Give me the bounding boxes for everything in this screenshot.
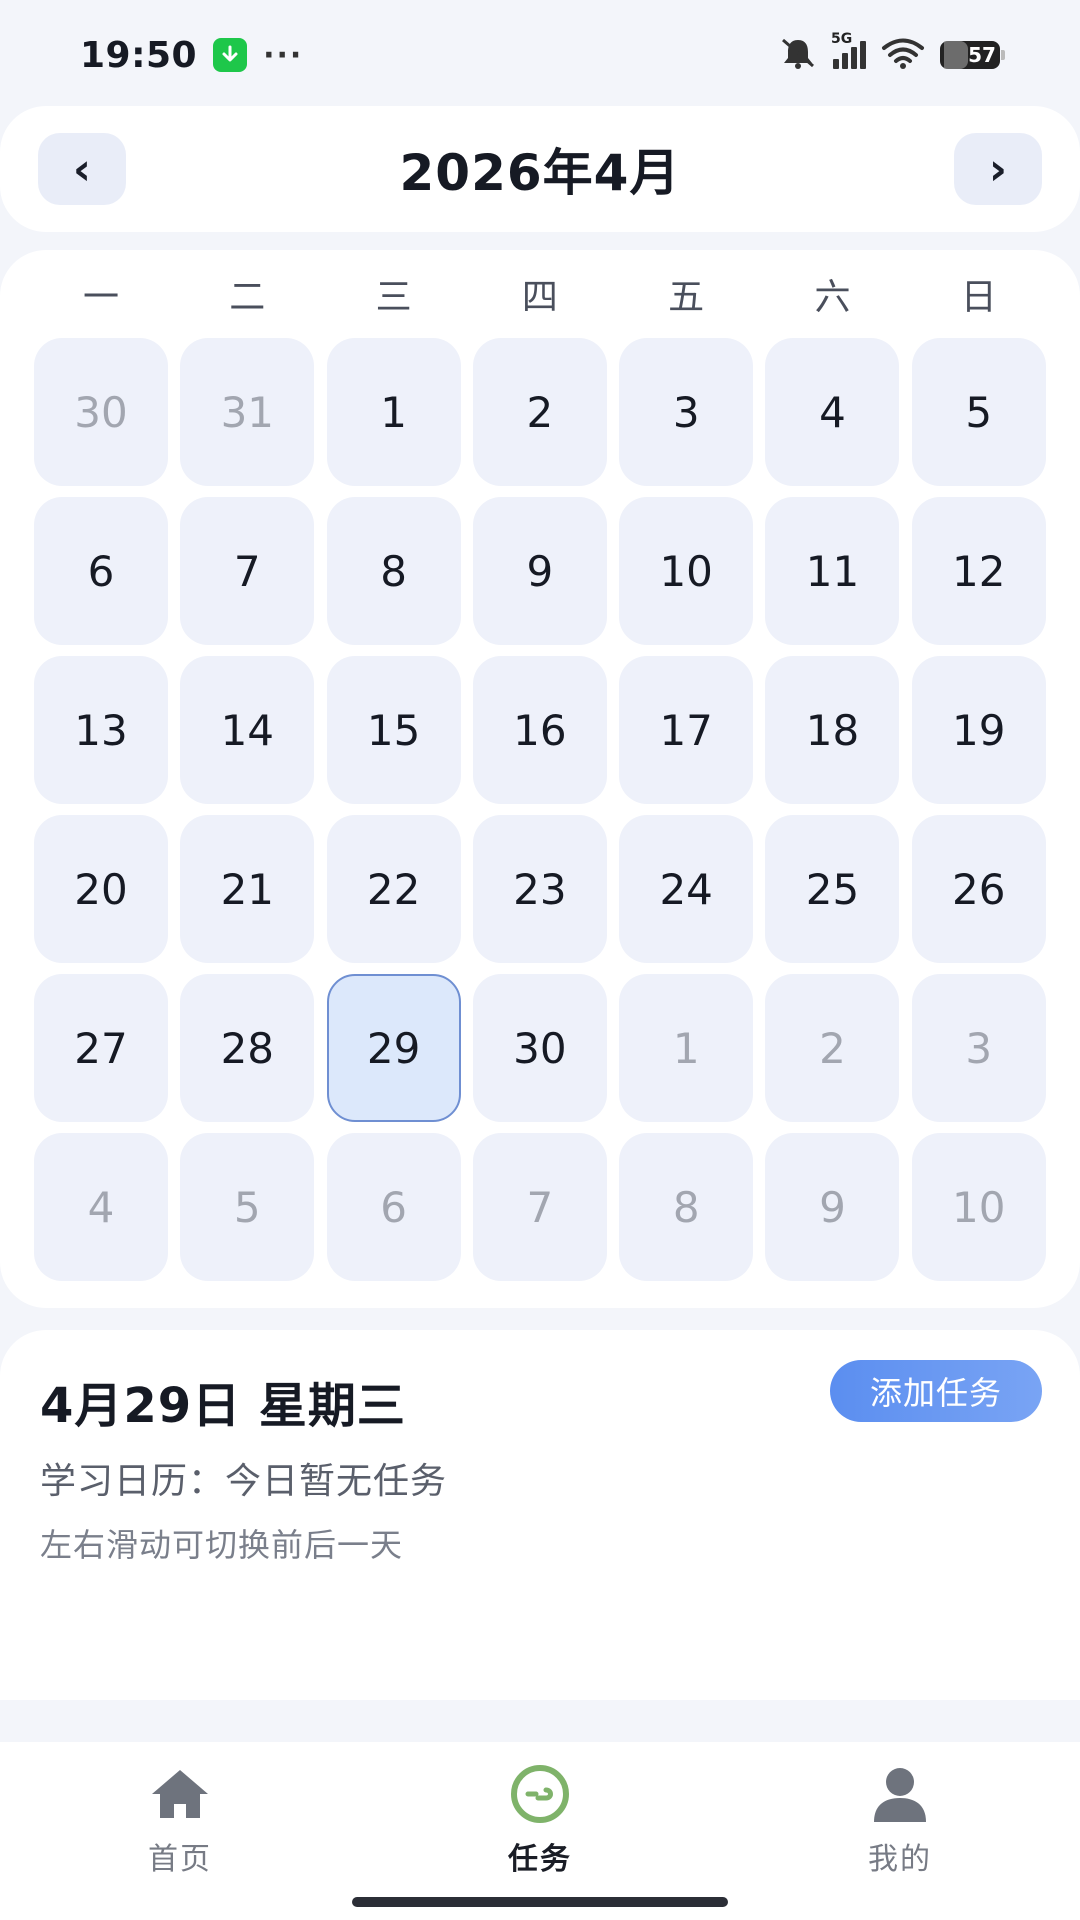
day-cell[interactable]: 23 xyxy=(472,815,607,963)
status-bar: 19:50 ··· 5G 57 xyxy=(0,0,1080,110)
network-type-label: 5G xyxy=(831,31,853,47)
day-cell[interactable]: 10 xyxy=(619,497,754,645)
prev-month-button[interactable]: ‹ xyxy=(38,133,126,205)
day-cell[interactable]: 28 xyxy=(180,974,315,1122)
day-cell[interactable]: 2 xyxy=(472,338,607,486)
month-header: ‹ 2026年4月 › xyxy=(0,106,1080,232)
home-indicator[interactable] xyxy=(352,1897,728,1907)
more-notifications-icon: ··· xyxy=(263,37,304,73)
calendar-card: 一二三四五六日 30 31 1 2 3 4 5 6 7 8 9 10 11 12 13 14 15 16 17 18 1… xyxy=(0,250,1080,1308)
battery-level: 57 xyxy=(968,43,996,67)
tab-mine-label: 我的 xyxy=(868,1842,932,1877)
weekday-label: 日 xyxy=(960,277,997,318)
day-cell[interactable]: 26 xyxy=(911,815,1046,963)
day-cell[interactable]: 9 xyxy=(472,497,607,645)
bottom-nav: 首页 任务 我的 xyxy=(0,1742,1080,1920)
user-icon xyxy=(867,1764,933,1824)
status-left: 19:50 ··· xyxy=(80,35,303,76)
day-cell[interactable]: 18 xyxy=(765,656,900,804)
day-cell[interactable]: 3 xyxy=(619,338,754,486)
weekday-label: 一 xyxy=(82,277,119,318)
month-title: 2026年4月 xyxy=(399,144,681,202)
wifi-icon xyxy=(880,37,926,73)
tab-mine[interactable]: 我的 xyxy=(720,1742,1080,1920)
weekday-label: 三 xyxy=(375,277,412,318)
day-cell[interactable]: 8 xyxy=(326,497,461,645)
day-cell[interactable]: 25 xyxy=(765,815,900,963)
add-task-button[interactable]: 添加任务 xyxy=(830,1360,1042,1422)
day-cell[interactable]: 22 xyxy=(326,815,461,963)
tab-tasks-label: 任务 xyxy=(508,1842,572,1877)
weekday-label: 二 xyxy=(229,277,266,318)
swipe-hint-text: 左右滑动可切换前后一天 xyxy=(40,1526,404,1564)
task-icon xyxy=(507,1764,573,1824)
task-status-text: 学习日历：今日暂无任务 xyxy=(40,1461,448,1502)
day-cell-outside-month[interactable]: 10 xyxy=(911,1133,1046,1281)
day-grid: 30 31 1 2 3 4 5 6 7 8 9 10 11 12 13 14 15 16 17 18 19 20 21 22 2… xyxy=(34,338,1046,1281)
day-cell[interactable]: 1 xyxy=(326,338,461,486)
weekday-label: 四 xyxy=(521,277,558,318)
day-cell-outside-month[interactable]: 9 xyxy=(765,1133,900,1281)
weekday-label: 六 xyxy=(814,277,851,318)
day-cell[interactable]: 15 xyxy=(326,656,461,804)
day-cell-selected[interactable]: 29 xyxy=(326,974,461,1122)
download-icon xyxy=(213,38,248,72)
day-cell-outside-month[interactable]: 1 xyxy=(619,974,754,1122)
tab-home[interactable]: 首页 xyxy=(0,1742,360,1920)
day-cell[interactable]: 17 xyxy=(619,656,754,804)
screen: 19:50 ··· 5G 57 ‹ 2026年4月 › 一 二 三 四 五 六 … xyxy=(0,0,1080,1920)
day-cell[interactable]: 7 xyxy=(180,497,315,645)
day-cell[interactable]: 19 xyxy=(911,656,1046,804)
day-cell[interactable]: 6 xyxy=(34,497,168,645)
day-cell-outside-month[interactable]: 2 xyxy=(765,974,900,1122)
day-cell[interactable]: 27 xyxy=(34,974,168,1122)
day-cell[interactable]: 12 xyxy=(911,497,1046,645)
day-cell[interactable]: 11 xyxy=(765,497,900,645)
day-cell-outside-month[interactable]: 8 xyxy=(619,1133,754,1281)
day-cell-outside-month[interactable]: 7 xyxy=(472,1133,607,1281)
day-cell-outside-month[interactable]: 5 xyxy=(180,1133,315,1281)
day-cell[interactable]: 13 xyxy=(34,656,168,804)
battery-icon: 57 xyxy=(940,41,1005,69)
day-cell[interactable]: 4 xyxy=(765,338,900,486)
day-cell[interactable]: 5 xyxy=(911,338,1046,486)
day-cell[interactable]: 30 xyxy=(472,974,607,1122)
weekday-label: 五 xyxy=(668,277,705,318)
status-time: 19:50 xyxy=(80,34,198,76)
day-cell-outside-month[interactable]: 31 xyxy=(180,338,315,486)
day-cell[interactable]: 14 xyxy=(180,656,315,804)
day-cell-outside-month[interactable]: 30 xyxy=(34,338,168,486)
tab-home-label: 首页 xyxy=(148,1842,212,1877)
day-cell-outside-month[interactable]: 3 xyxy=(911,974,1046,1122)
day-cell[interactable]: 16 xyxy=(472,656,607,804)
weekday-row: 一二三四五六日 xyxy=(34,268,1046,328)
cellular-signal-icon: 5G xyxy=(831,31,866,69)
day-cell[interactable]: 21 xyxy=(180,815,315,963)
day-cell-outside-month[interactable]: 6 xyxy=(326,1133,461,1281)
status-right: 5G 57 xyxy=(777,31,1005,74)
home-icon xyxy=(147,1764,213,1824)
day-cell[interactable]: 20 xyxy=(34,815,168,963)
day-cell[interactable]: 24 xyxy=(619,815,754,963)
next-month-button[interactable]: › xyxy=(953,133,1042,205)
tab-tasks[interactable]: 任务 xyxy=(360,1742,720,1920)
day-cell-outside-month[interactable]: 4 xyxy=(34,1133,168,1281)
day-detail-card: 4月29日 星期三 学习日历：今日暂无任务 左右滑动可切换前后一天 添加任务 xyxy=(0,1330,1080,1700)
mute-icon xyxy=(777,36,819,74)
